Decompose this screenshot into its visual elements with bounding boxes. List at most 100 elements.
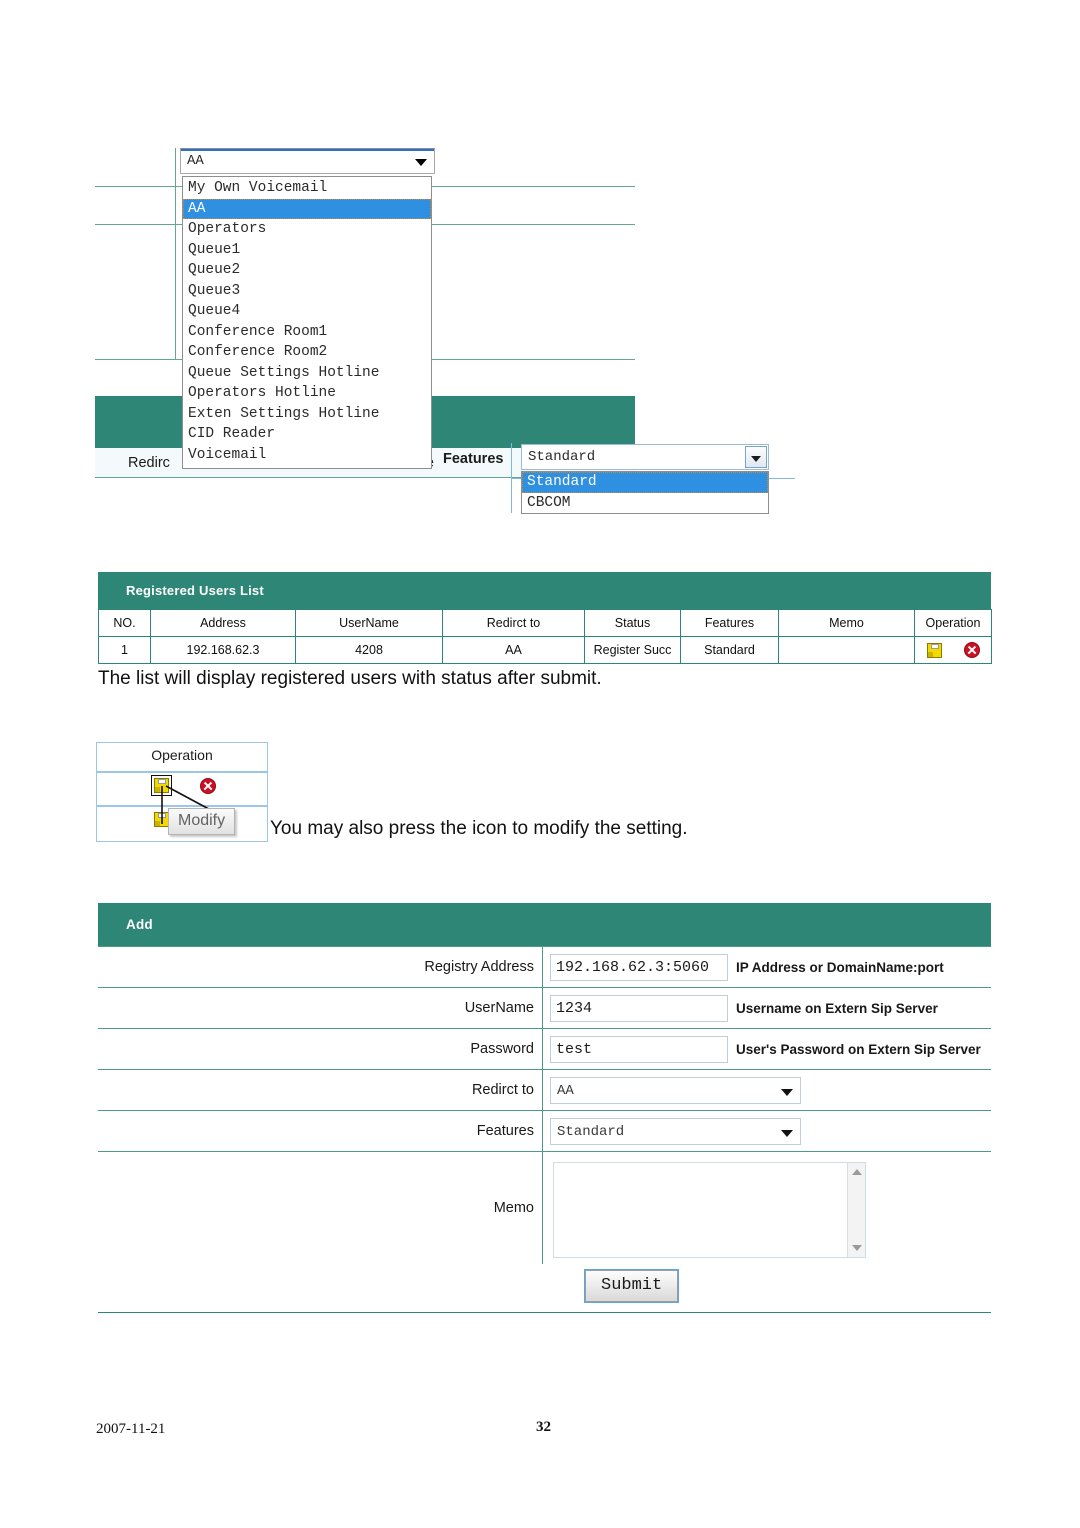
hint-registry-address: IP Address or DomainName:port: [736, 960, 944, 975]
chevron-down-icon[interactable]: [415, 159, 427, 166]
redirect-to-select[interactable]: AA: [180, 148, 435, 174]
label-features: Features: [476, 1123, 534, 1139]
modify-note-icon[interactable]: [926, 642, 942, 658]
cell-address: 192.168.62.3: [150, 636, 296, 664]
option-operators[interactable]: Operators: [183, 219, 431, 240]
add-row-submit: Submit: [98, 1264, 991, 1312]
footer-page-number: 32: [536, 1419, 551, 1435]
option-cbcom[interactable]: CBCOM: [522, 493, 768, 514]
add-row-memo: Memo: [98, 1151, 991, 1264]
column-header-status: Status: [584, 609, 681, 637]
column-divider: [175, 225, 176, 359]
modify-tooltip: Modify: [168, 808, 236, 835]
add-panel-title: Add: [98, 903, 991, 946]
features-dropdown-figure: Features Standard Standard CBCOM: [425, 443, 795, 514]
registry-address-input[interactable]: 192.168.62.3:5060: [550, 954, 728, 981]
add-row-registry-address: Registry Address 192.168.62.3:5060 IP Ad…: [98, 946, 991, 987]
redirect-to-select-value: AA: [187, 153, 204, 169]
option-queue3[interactable]: Queue3: [183, 281, 431, 302]
add-redirect-to-value: AA: [557, 1083, 574, 1099]
option-queue4[interactable]: Queue4: [183, 301, 431, 322]
footer-date: 2007-11-21: [96, 1421, 166, 1437]
column-header-features: Features: [680, 609, 779, 637]
add-row-password: Password test User's Password on Extern …: [98, 1028, 991, 1069]
option-conference-room1[interactable]: Conference Room1: [183, 322, 431, 343]
column-divider: [175, 148, 176, 186]
option-queue2[interactable]: Queue2: [183, 260, 431, 281]
registered-users-title: Registered Users List: [98, 572, 991, 609]
paragraph-list-note: The list will display registered users w…: [98, 668, 602, 689]
label-memo: Memo: [493, 1200, 534, 1216]
redirect-dropdown-figure: Redirct to Features Memo Redirc re AA My…: [95, 148, 795, 514]
column-header-redirect: Redirct to: [442, 609, 585, 637]
hint-username: Username on Extern Sip Server: [736, 1001, 938, 1016]
memo-scrollbar[interactable]: [847, 1163, 865, 1257]
cell-memo: [778, 636, 915, 664]
submit-button[interactable]: Submit: [583, 1269, 680, 1303]
column-divider: [542, 988, 543, 1028]
redirect-to-option-list[interactable]: My Own Voicemail AA Operators Queue1 Que…: [182, 176, 432, 469]
cell-no: 1: [98, 636, 151, 664]
column-header-no: NO.: [98, 609, 151, 637]
column-header-operation: Operation: [914, 609, 992, 637]
hint-password: User's Password on Extern Sip Server: [736, 1042, 981, 1057]
selection-outline: [151, 775, 172, 796]
scroll-up-icon[interactable]: [852, 1169, 862, 1175]
form-label-features: Features: [443, 451, 504, 467]
column-header-username: UserName: [295, 609, 443, 637]
cell-redirect: AA: [442, 636, 585, 664]
column-header-memo: Memo: [778, 609, 915, 637]
add-row-redirect-to: Redirct to AA: [98, 1069, 991, 1110]
add-row-features: Features Standard: [98, 1110, 991, 1151]
chevron-down-icon[interactable]: [781, 1129, 793, 1137]
delete-icon[interactable]: [963, 642, 980, 658]
snippet-column-header-operation: Operation: [151, 747, 213, 763]
option-my-own-voicemail[interactable]: My Own Voicemail: [183, 178, 431, 199]
option-operators-hotline[interactable]: Operators Hotline: [183, 383, 431, 404]
option-conference-room2[interactable]: Conference Room2: [183, 342, 431, 363]
option-queue1[interactable]: Queue1: [183, 240, 431, 261]
snippet-icons-row: [96, 772, 268, 806]
add-redirect-to-select[interactable]: AA: [550, 1077, 801, 1104]
cell-features: Standard: [680, 636, 779, 664]
column-divider: [542, 1070, 543, 1110]
features-select[interactable]: Standard: [521, 444, 769, 470]
modify-note-icon[interactable]: [154, 812, 169, 827]
features-option-list[interactable]: Standard CBCOM: [521, 471, 769, 514]
table-row: 1 192.168.62.3 4208 AA Register Succ Sta…: [98, 636, 992, 664]
registered-users-panel: Registered Users List NO. Address UserNa…: [98, 572, 992, 664]
label-registry-address: Registry Address: [424, 959, 534, 975]
add-features-select[interactable]: Standard: [550, 1118, 801, 1145]
memo-textarea[interactable]: [553, 1162, 866, 1258]
cell-username: 4208: [295, 636, 443, 664]
username-input[interactable]: 1234: [550, 995, 728, 1022]
cell-status: Register Succ: [584, 636, 681, 664]
chevron-down-icon[interactable]: [781, 1088, 793, 1096]
column-divider: [542, 1111, 543, 1151]
column-divider: [175, 187, 176, 224]
option-cid-reader[interactable]: CID Reader: [183, 424, 431, 445]
delete-icon[interactable]: [200, 778, 216, 794]
select-focus-highlight: [181, 149, 434, 151]
column-header-address: Address: [150, 609, 296, 637]
features-select-value: Standard: [528, 449, 596, 465]
label-redirect-to: Redirct to: [471, 1082, 534, 1098]
add-features-value: Standard: [557, 1124, 625, 1140]
chevron-down-icon[interactable]: [745, 446, 767, 468]
option-voicemail[interactable]: Voicemail: [183, 445, 431, 466]
option-exten-settings-hotline[interactable]: Exten Settings Hotline: [183, 404, 431, 425]
scroll-down-icon[interactable]: [852, 1245, 862, 1251]
label-username: UserName: [464, 1000, 534, 1016]
modify-note-icon[interactable]: [151, 775, 172, 796]
operation-snippet-figure: Operation Modify: [96, 742, 268, 842]
password-input[interactable]: test: [550, 1036, 728, 1063]
option-standard[interactable]: Standard: [522, 472, 768, 493]
add-panel: Add Registry Address 192.168.62.3:5060 I…: [98, 903, 991, 1313]
column-divider: [542, 1029, 543, 1069]
option-queue-settings-hotline[interactable]: Queue Settings Hotline: [183, 363, 431, 384]
cell-operation: [914, 636, 992, 664]
option-aa[interactable]: AA: [183, 198, 431, 219]
column-divider: [542, 947, 543, 987]
table-header-row: NO. Address UserName Redirct to Status F…: [98, 609, 992, 637]
registered-users-table: NO. Address UserName Redirct to Status F…: [98, 609, 992, 664]
